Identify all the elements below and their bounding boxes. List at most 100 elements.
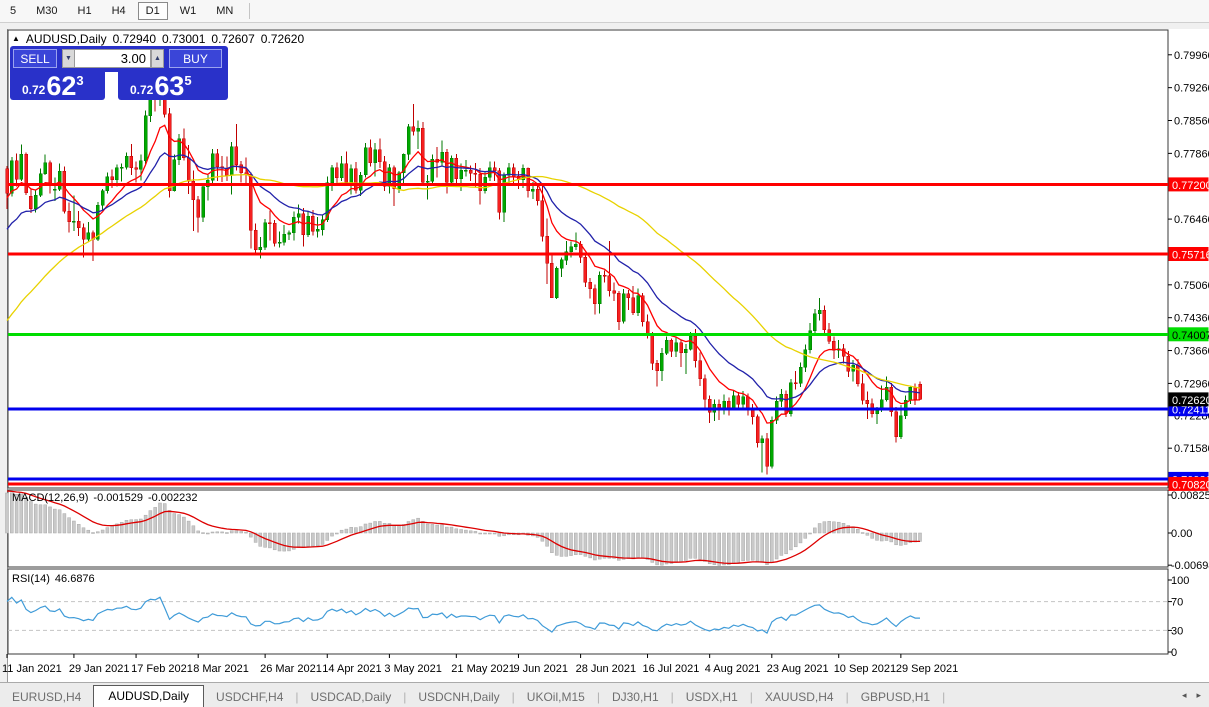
macd-histogram-bar bbox=[736, 532, 741, 563]
price-tick-label: 0.79260 bbox=[1174, 83, 1209, 95]
tab-usdcad-daily[interactable]: USDCAD,Daily bbox=[299, 687, 404, 707]
tab-usdchf-h4[interactable]: USDCHF,H4 bbox=[204, 687, 295, 707]
tab-audusd-daily[interactable]: AUDUSD,Daily bbox=[93, 685, 205, 707]
candle-body bbox=[703, 378, 707, 400]
macd-histogram-bar bbox=[449, 526, 454, 534]
macd-histogram-bar bbox=[550, 532, 554, 553]
candle-body bbox=[621, 293, 626, 322]
timeframe-button-d1[interactable]: D1 bbox=[137, 2, 168, 20]
tab-xauusd-h4[interactable]: XAUUSD,H4 bbox=[753, 687, 846, 707]
candle-body bbox=[134, 167, 138, 170]
macd-histogram-bar bbox=[430, 524, 435, 534]
candle-body bbox=[10, 160, 14, 194]
macd-histogram-bar bbox=[784, 532, 788, 555]
bid-price-button[interactable]: 0.72 62 3 bbox=[10, 72, 105, 100]
candle-body bbox=[770, 419, 774, 467]
candle-body bbox=[535, 188, 540, 202]
ask-price-button[interactable]: 0.72 63 5 bbox=[118, 72, 228, 100]
candle-body bbox=[411, 126, 416, 132]
candle-body bbox=[803, 349, 808, 368]
candle-body bbox=[139, 160, 143, 170]
tab-ukoil-m15[interactable]: UKOil,M15 bbox=[515, 687, 597, 707]
candle-body bbox=[282, 233, 286, 243]
rsi-tick-label: 100 bbox=[1171, 575, 1189, 587]
sell-button[interactable]: SELL bbox=[13, 49, 57, 68]
candle-body bbox=[272, 223, 277, 244]
macd-histogram-bar bbox=[703, 532, 707, 562]
volume-input[interactable]: 3.00 bbox=[74, 49, 151, 68]
macd-histogram-bar bbox=[182, 516, 186, 534]
macd-histogram-bar bbox=[5, 492, 9, 534]
macd-histogram-bar bbox=[148, 510, 153, 534]
candle-body bbox=[526, 168, 530, 192]
candle-body bbox=[119, 166, 124, 169]
bid-pipette: 3 bbox=[76, 73, 84, 88]
timeframe-button-m30[interactable]: M30 bbox=[28, 2, 65, 20]
candle-body bbox=[57, 170, 62, 190]
candle-body bbox=[339, 163, 344, 179]
date-tick-label: 11 Jan 2021 bbox=[2, 663, 62, 675]
timeframe-button-w1[interactable]: W1 bbox=[172, 2, 205, 20]
tab-usdx-h1[interactable]: USDX,H1 bbox=[674, 687, 750, 707]
candle-body bbox=[655, 362, 659, 371]
macd-histogram-bar bbox=[827, 521, 831, 534]
macd-histogram-bar bbox=[354, 527, 358, 534]
price-tick-label: 0.77860 bbox=[1174, 148, 1209, 160]
candle-body bbox=[464, 170, 468, 172]
macd-histogram-bar bbox=[81, 527, 86, 534]
macd-histogram-bar bbox=[488, 532, 492, 535]
candle-body bbox=[296, 213, 301, 218]
macd-histogram-bar bbox=[105, 527, 110, 534]
macd-histogram-bar bbox=[330, 532, 334, 537]
macd-histogram-bar bbox=[913, 532, 917, 543]
macd-histogram-bar bbox=[468, 530, 473, 534]
tab-gbpusd-h1[interactable]: GBPUSD,H1 bbox=[849, 687, 942, 707]
timeframe-button-5[interactable]: 5 bbox=[2, 2, 24, 20]
macd-histogram-bar bbox=[750, 532, 755, 561]
tab-eurusd-h4[interactable]: EURUSD,H4 bbox=[0, 687, 93, 707]
timeframe-button-h1[interactable]: H1 bbox=[70, 2, 100, 20]
macd-histogram-bar bbox=[612, 532, 616, 559]
candle-body bbox=[253, 230, 258, 250]
rsi-tick-label: 70 bbox=[1171, 597, 1183, 609]
price-tick-label: 0.74360 bbox=[1174, 313, 1209, 325]
macd-name: MACD(12,26,9) bbox=[12, 492, 89, 504]
collapse-quote-panel-icon[interactable]: ▲ bbox=[12, 35, 20, 43]
macd-histogram-bar bbox=[206, 532, 210, 535]
tab-dj30-h1[interactable]: DJ30,H1 bbox=[600, 687, 671, 707]
macd-histogram-bar bbox=[167, 510, 172, 534]
macd-histogram-bar bbox=[296, 532, 301, 548]
macd-histogram-bar bbox=[593, 532, 597, 561]
macd-histogram-bar bbox=[339, 529, 344, 534]
candle-body bbox=[798, 367, 803, 384]
candle-body bbox=[913, 386, 917, 400]
timeframe-button-mn[interactable]: MN bbox=[208, 2, 241, 20]
macd-histogram-bar bbox=[483, 532, 487, 535]
tab-scroll-left-icon[interactable]: ◂ bbox=[1182, 690, 1187, 701]
tab-usdcnh-daily[interactable]: USDCNH,Daily bbox=[406, 687, 511, 707]
macd-histogram-bar bbox=[38, 504, 43, 534]
candle-body bbox=[755, 416, 760, 443]
macd-value: -0.001529 bbox=[93, 492, 143, 504]
macd-histogram-bar bbox=[497, 532, 502, 537]
candle-body bbox=[306, 216, 310, 235]
macd-histogram-bar bbox=[856, 528, 860, 534]
candle-body bbox=[813, 313, 817, 332]
date-tick-label: 26 Mar 2021 bbox=[260, 663, 322, 675]
ohlc-high: 0.73001 bbox=[162, 32, 206, 46]
buy-button[interactable]: BUY bbox=[169, 49, 222, 68]
volume-increase-button[interactable]: ▲ bbox=[151, 49, 164, 68]
candle-body bbox=[5, 168, 9, 194]
candle-body bbox=[33, 194, 38, 210]
price-tick-label: 0.79960 bbox=[1174, 50, 1209, 62]
candle-body bbox=[430, 158, 435, 182]
tab-scroll-right-icon[interactable]: ▸ bbox=[1196, 690, 1201, 701]
timeframe-button-h4[interactable]: H4 bbox=[104, 2, 134, 20]
macd-histogram-bar bbox=[53, 508, 57, 534]
macd-histogram-bar bbox=[48, 506, 52, 534]
candle-body bbox=[354, 168, 358, 191]
rsi-tick-label: 30 bbox=[1171, 625, 1183, 637]
date-tick-label: 4 Aug 2021 bbox=[705, 663, 761, 675]
candle-body bbox=[449, 157, 454, 183]
macd-histogram-bar bbox=[559, 532, 564, 557]
